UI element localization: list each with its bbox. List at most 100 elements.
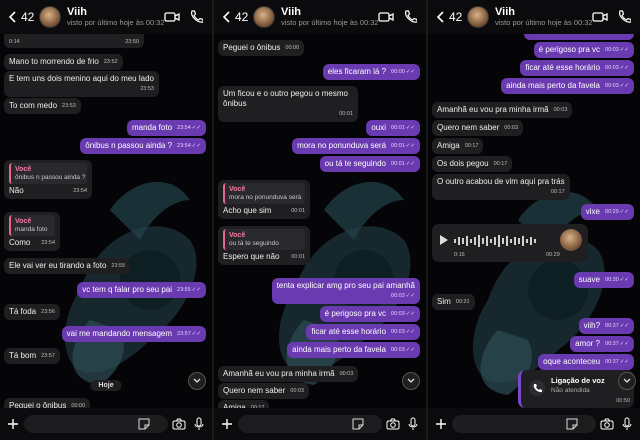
message-bubble[interactable]: Tá foda 23:56 — [4, 304, 60, 320]
back-chevron-icon[interactable] — [6, 10, 18, 24]
voice-time: 00:29 — [546, 252, 560, 258]
avatar[interactable] — [253, 6, 275, 28]
message-bubble[interactable]: Mano to morrendo de frio 23:52 — [4, 54, 123, 70]
message-bubble[interactable]: suave 00:30 ✓✓ — [573, 272, 634, 288]
sticker-icon[interactable] — [352, 418, 364, 430]
message-bubble[interactable]: ficar até esse horário 00:03 ✓✓ — [306, 324, 420, 340]
avatar[interactable] — [467, 6, 489, 28]
message-bubble[interactable]: Os dois pegou 00:17 — [432, 156, 513, 172]
video-call-icon[interactable] — [592, 10, 608, 24]
avatar[interactable] — [39, 6, 61, 28]
video-call-icon[interactable] — [378, 10, 394, 24]
message-list[interactable]: 0:14 23:50 Mano to morrendo de frio 23:52… — [0, 34, 212, 414]
read-receipt-icon: ✓✓ — [619, 323, 629, 329]
back-chevron-icon[interactable] — [434, 10, 446, 24]
message-bubble[interactable]: Amiga00:17 — [432, 138, 484, 154]
unread-count[interactable]: 42 — [235, 10, 251, 24]
unread-count[interactable]: 42 — [449, 10, 465, 24]
message-bubble[interactable]: tenta explicar amg pro seu pai amanhã 00:… — [271, 278, 420, 304]
message-bubble[interactable]: ainda mais perto da favela 00:03 ✓✓ — [287, 342, 420, 358]
read-receipt-icon: ✓✓ — [405, 69, 415, 75]
message-bubble[interactable]: vixe 00:29 ✓✓ — [580, 204, 634, 220]
read-receipt-icon: ✓✓ — [619, 47, 629, 53]
message-bubble[interactable]: ouxi 00:01 ✓✓ — [366, 120, 420, 136]
sticker-icon[interactable] — [138, 418, 150, 430]
chat-header: 42 Viih visto por último hoje às 00:32 — [214, 0, 426, 34]
message-bubble[interactable]: Quero nem saber 00:03 — [432, 120, 524, 136]
message-bubble[interactable]: manda foto 23:54 ✓✓ — [126, 120, 206, 136]
call-time: 00:50 — [616, 398, 630, 404]
message-bubble[interactable]: Um ficou e o outro pegou o mesmo ônibus 0… — [218, 86, 358, 122]
message-bubble[interactable]: Quero nem saber 00:03 — [218, 383, 310, 399]
read-receipt-icon: ✓✓ — [405, 329, 415, 335]
quoted-message[interactable]: Você ônibus n passou ainda ? — [9, 163, 87, 184]
message-bubble[interactable]: Amanhã eu vou pra minha irmã 00:03 — [432, 102, 573, 118]
microphone-icon[interactable] — [406, 417, 420, 431]
reply-bubble[interactable]: Você mora no ponunduva será Acho que sim 0… — [218, 180, 310, 219]
message-bubble[interactable]: O outro acabou de vim aqui pra trás 00:17 — [432, 174, 570, 200]
voice-message-partial[interactable]: 0:14 23:50 — [4, 34, 144, 48]
plus-icon[interactable] — [6, 419, 20, 429]
camera-icon[interactable] — [600, 418, 614, 430]
quoted-message[interactable]: Você manda foto — [9, 215, 55, 236]
last-seen-status: visto por último hoje às 00:32 — [495, 18, 592, 27]
read-receipt-icon: ✓✓ — [619, 277, 629, 283]
message-bubble[interactable]: ou tá te seguindo 00:01 ✓✓ — [319, 156, 420, 172]
message-bubble[interactable]: amor ? 00:37 ✓✓ — [570, 336, 634, 352]
message-bubble[interactable]: Tá bom 23:57 — [4, 348, 60, 364]
message-bubble[interactable]: mora no ponunduva será 00:01 ✓✓ — [292, 138, 420, 154]
phone-icon[interactable] — [402, 10, 418, 24]
missed-call-icon — [529, 380, 545, 396]
missed-voice-call-card[interactable]: Ligação de voz Não atendida 00:50 — [518, 370, 634, 408]
message-bubble[interactable]: é perigoso pra vc 00:03 ✓✓ — [319, 306, 420, 322]
video-call-icon[interactable] — [164, 10, 180, 24]
message-bubble[interactable]: Peguei o ônibus 00:00 — [218, 40, 305, 56]
microphone-icon[interactable] — [620, 417, 634, 431]
chat-screenshot-3: 42 Viih visto por último hoje às 00:32 é… — [428, 0, 640, 440]
waveform[interactable] — [454, 234, 540, 248]
message-list[interactable]: é perigoso pra vc 00:03 ✓✓ ficar até esse … — [428, 30, 640, 408]
message-bubble[interactable]: é perigoso pra vc 00:03 ✓✓ — [533, 42, 634, 58]
message-bubble[interactable]: ônibus n passou ainda ? 23:54 ✓✓ — [80, 138, 206, 154]
message-bubble[interactable]: vc tem q falar pro seu pai 23:55 ✓✓ — [77, 282, 206, 298]
camera-icon[interactable] — [172, 418, 186, 430]
scroll-down-icon[interactable] — [402, 372, 420, 390]
quoted-message[interactable]: Você mora no ponunduva será — [223, 183, 305, 204]
composer-bar — [0, 408, 212, 440]
phone-icon[interactable] — [616, 10, 632, 24]
scroll-down-icon[interactable] — [618, 372, 636, 390]
plus-icon[interactable] — [434, 419, 448, 429]
back-chevron-icon[interactable] — [220, 10, 232, 24]
reply-bubble[interactable]: Você ou tá te seguindo Espero que não 00:0… — [218, 226, 310, 265]
message-bubble[interactable]: Amanhã eu vou pra minha irmã 00:03 — [218, 366, 359, 382]
read-receipt-icon: ✓✓ — [191, 287, 201, 293]
unread-count[interactable]: 42 — [21, 10, 37, 24]
message-bubble[interactable]: eles ficaram lá ? 00:00 ✓✓ — [322, 64, 420, 80]
scroll-down-icon[interactable] — [188, 372, 206, 390]
reply-bubble[interactable]: Você ônibus n passou ainda ? Não 23:54 — [4, 160, 92, 199]
contact-info[interactable]: Viih visto por último hoje às 00:32 — [495, 6, 592, 28]
read-receipt-icon: ✓✓ — [619, 209, 629, 215]
contact-info[interactable]: Viih visto por último hoje às 00:32 — [281, 6, 378, 28]
message-list[interactable]: Peguei o ônibus 00:00 eles ficaram lá ? 00… — [214, 34, 426, 416]
message-bubble[interactable]: E tem uns dois menino aqui do meu lado 23… — [4, 71, 159, 97]
message-bubble[interactable]: viih? 00:37 ✓✓ — [578, 318, 634, 334]
plus-icon[interactable] — [220, 419, 234, 429]
play-icon[interactable] — [440, 235, 448, 245]
phone-icon[interactable] — [188, 10, 204, 24]
contact-info[interactable]: Viih visto por último hoje às 00:32 — [67, 6, 164, 28]
camera-icon[interactable] — [386, 418, 400, 430]
message-bubble[interactable]: To com medo 23:53 — [4, 98, 81, 114]
message-bubble[interactable]: oque aconteceu 00:37 ✓✓ — [538, 354, 634, 370]
message-bubble[interactable]: vai me mandando mensagem 23:57 ✓✓ — [61, 326, 206, 342]
quoted-message[interactable]: Você ou tá te seguindo — [223, 229, 305, 250]
message-bubble[interactable]: ficar até esse horário 00:03 ✓✓ — [520, 60, 634, 76]
message-bubble[interactable]: ainda mais perto da favela 00:03 ✓✓ — [501, 78, 634, 94]
message-bubble[interactable]: Ele vai ver eu tirando a foto 23:55 — [4, 258, 131, 274]
voice-message[interactable]: 0:16 00:29 — [432, 224, 588, 262]
reply-bubble[interactable]: Você manda foto Como 23:54 — [4, 212, 60, 251]
message-bubble[interactable]: Sim 00:31 — [432, 294, 475, 310]
sticker-icon[interactable] — [566, 418, 578, 430]
chat-screenshot-1: 42 Viih visto por último hoje às 00:32 0… — [0, 0, 212, 440]
microphone-icon[interactable] — [192, 417, 206, 431]
